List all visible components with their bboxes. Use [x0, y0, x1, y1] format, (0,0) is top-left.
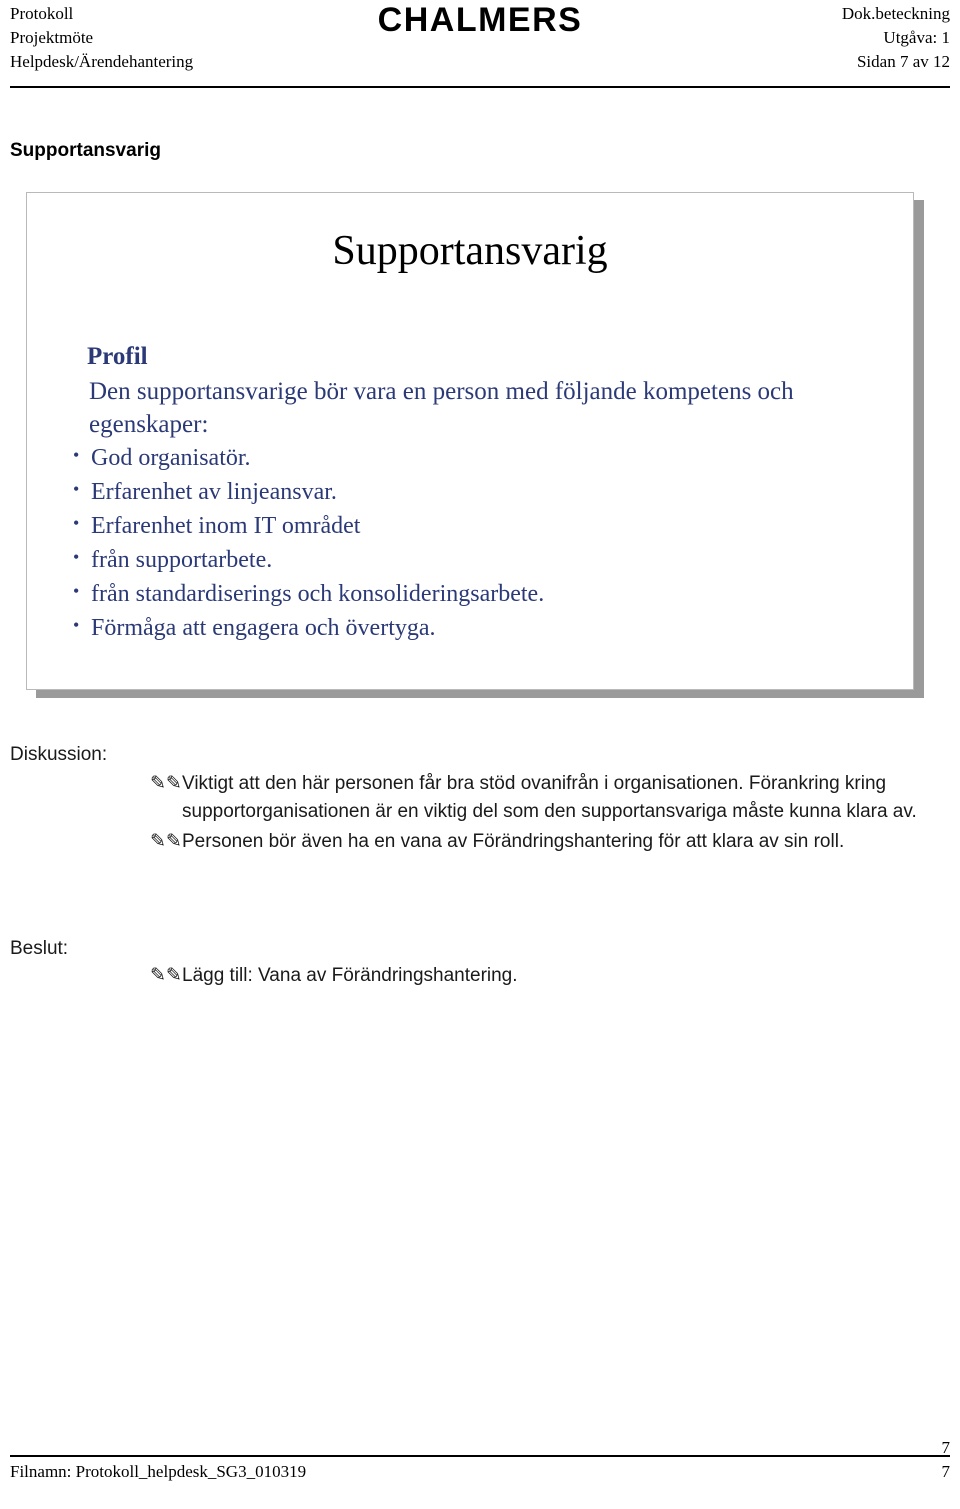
slide-image: Supportansvarig Profil Den supportansvar…	[26, 192, 914, 690]
list-item: från standardiserings och konsoliderings…	[67, 574, 867, 611]
list-item: ✎✎ Viktigt att den här personen får bra …	[150, 770, 940, 826]
discussion-items: ✎✎ Viktigt att den här personen får bra …	[150, 770, 940, 858]
slide-bullet-list-level1-cont: Förmåga att engagera och övertyga.	[67, 608, 867, 645]
pen-icon: ✎✎	[150, 773, 182, 794]
page-title: Supportansvarig	[10, 140, 161, 161]
list-item: God organisatör.	[67, 438, 867, 475]
list-item: från supportarbete.	[67, 540, 867, 577]
slide-bullet-list-level3: från standardiserings och konsoliderings…	[67, 574, 867, 611]
header-doc-type: Protokoll	[10, 4, 74, 23]
discussion-label: Diskussion:	[10, 744, 108, 765]
slide-body: Profil Den supportansvarige bör vara en …	[67, 343, 867, 645]
header-project-name: Helpdesk/Ärendehantering	[10, 52, 194, 71]
header-meeting-type: Projektmöte	[10, 28, 94, 47]
slide-bullet-list-level1: God organisatör. Erfarenhet av linjeansv…	[67, 438, 867, 543]
list-item: ✎✎ Lägg till: Vana av Förändringshanteri…	[150, 962, 940, 990]
list-item: ✎✎ Personen bör även ha en vana av Förän…	[150, 828, 940, 856]
list-item-text: Lägg till: Vana av Förändringshantering.	[182, 965, 518, 986]
header-right-column: Dok.beteckning Utgåva: 1 Sidan 7 av 12	[630, 2, 950, 74]
slide-title: Supportansvarig	[332, 228, 608, 274]
footer-divider	[10, 1455, 950, 1457]
list-item: Erfarenhet av linjeansvar.	[67, 472, 867, 509]
header-edition: Utgåva: 1	[883, 28, 950, 47]
footer-filename: Filnamn: Protokoll_helpdesk_SG3_010319	[10, 1462, 307, 1481]
list-item-text: Viktigt att den här personen får bra stö…	[182, 773, 917, 822]
pen-icon: ✎✎	[150, 965, 182, 986]
chalmers-logo: CHALMERS	[377, 1, 583, 39]
footer-page-number: 7	[941, 1462, 951, 1481]
slide-bullet-list-level2: från supportarbete.	[67, 540, 867, 577]
list-item: Förmåga att engagera och övertyga.	[67, 608, 867, 645]
decision-label: Beslut:	[10, 938, 69, 959]
decision-items: ✎✎ Lägg till: Vana av Förändringshanteri…	[150, 962, 940, 992]
slide-subheading-profil: Profil	[87, 343, 148, 370]
pen-icon: ✎✎	[150, 831, 182, 852]
page-header: Protokoll Projektmöte Helpdesk/Ärendehan…	[0, 0, 960, 86]
list-item: Erfarenhet inom IT området	[67, 506, 867, 543]
list-item-text: Personen bör även ha en vana av Förändri…	[182, 831, 845, 852]
header-center-column: CHALMERS	[330, 0, 630, 40]
header-left-column: Protokoll Projektmöte Helpdesk/Ärendehan…	[10, 2, 310, 74]
header-doc-designation: Dok.beteckning	[841, 4, 950, 23]
header-divider	[10, 86, 950, 88]
header-page-indicator: Sidan 7 av 12	[856, 52, 950, 71]
slide-lead-text: Den supportansvarige bör vara en person …	[89, 378, 794, 438]
